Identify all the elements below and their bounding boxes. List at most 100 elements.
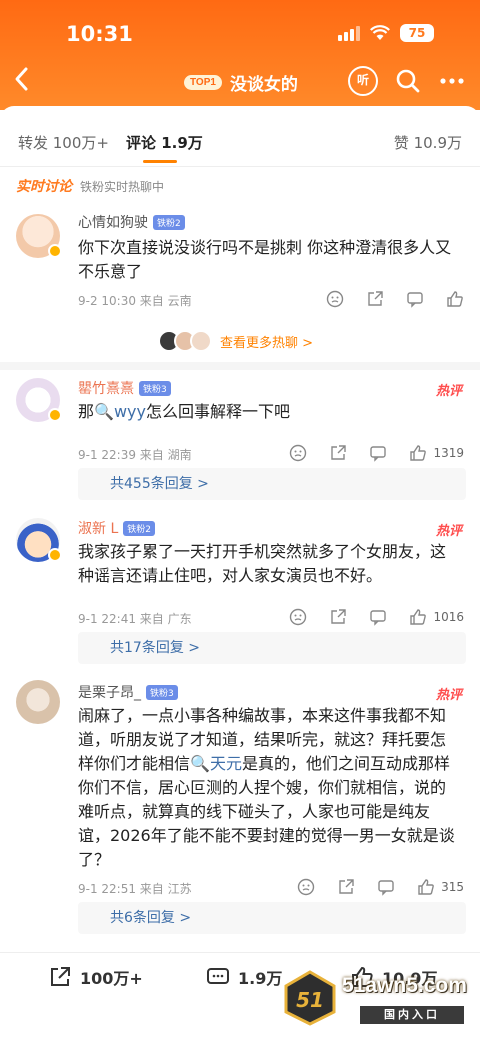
repost-count: 100万+ bbox=[80, 969, 143, 988]
hot-comment-tag: 热评 bbox=[435, 688, 462, 703]
repost-button[interactable]: 100万+ bbox=[48, 965, 143, 989]
more-hot-link[interactable]: 查看更多热聊 > bbox=[220, 332, 313, 351]
tab-likes[interactable]: 赞 10.9万 bbox=[394, 132, 462, 153]
username[interactable]: 罌竹熹熹 bbox=[78, 378, 134, 398]
comment-header: 淑新 L 铁粉2 bbox=[78, 518, 155, 538]
comment-item: 心情如狗驶 铁粉2 你下次直接说没谈行吗不是挑刺 你这种澄清很多人又不乐意了 9… bbox=[0, 208, 480, 328]
tab-repost[interactable]: 转发 100万+ bbox=[18, 132, 109, 153]
comment-header: 罌竹熹熹 铁粉3 bbox=[78, 378, 171, 398]
comment-text: 那🔍wyy怎么回事解释一下吧 bbox=[78, 400, 458, 424]
thumbs-up-icon bbox=[418, 879, 434, 895]
comment-item: 淑新 L 铁粉2 热评 我家孩子累了一天打开手机突然就多了个女朋友，这种谣言还请… bbox=[0, 512, 480, 664]
watermark: 51 51awn5.com 国内入口 bbox=[282, 970, 478, 1026]
live-discussion-subtitle: 铁粉实时热聊中 bbox=[80, 179, 165, 194]
divider bbox=[0, 166, 480, 167]
nav-bar: TOP1 没谈女的 听 bbox=[0, 58, 480, 106]
watermark-domain: 51awn5.com bbox=[342, 974, 467, 997]
comment-header: 心情如狗驶 铁粉2 bbox=[78, 212, 185, 232]
like-button[interactable]: 315 bbox=[417, 878, 464, 896]
like-button[interactable] bbox=[446, 290, 464, 308]
like-button[interactable]: 1319 bbox=[409, 444, 464, 462]
battery-indicator: 75 bbox=[400, 24, 434, 42]
status-icons: 75 bbox=[338, 24, 434, 42]
topic-title: 没谈女的 bbox=[229, 75, 298, 95]
signal-icon bbox=[338, 25, 360, 41]
tab-bar: 转发 100万+ 评论 1.9万 赞 10.9万 bbox=[0, 120, 480, 164]
comment-text: 闹麻了，一点小事各种编故事，本来这件事我都不知道，听朋友说了才知道，结果听完，就… bbox=[78, 704, 458, 872]
avatar[interactable] bbox=[16, 680, 60, 724]
watermark-logo: 51 bbox=[284, 970, 336, 1026]
comment-icon[interactable] bbox=[369, 608, 387, 626]
section-divider bbox=[0, 362, 480, 370]
username[interactable]: 是栗子昂_ bbox=[78, 682, 141, 702]
svg-text:51: 51 bbox=[296, 988, 324, 1012]
emoji-icon[interactable] bbox=[297, 878, 315, 896]
comment-actions bbox=[326, 290, 464, 308]
emoji-icon[interactable] bbox=[289, 444, 307, 462]
share-icon[interactable] bbox=[329, 608, 347, 626]
back-arrow-icon[interactable] bbox=[12, 66, 32, 92]
verified-badge-icon bbox=[48, 244, 62, 258]
comment-meta: 9-1 22:39 来自 湖南 bbox=[78, 448, 192, 462]
hot-comment-tag: 热评 bbox=[435, 384, 462, 399]
thumbs-up-icon bbox=[447, 291, 463, 307]
view-replies-button[interactable]: 共17条回复 > bbox=[78, 632, 466, 664]
like-count: 315 bbox=[441, 880, 464, 894]
comment-count: 1.9万 bbox=[238, 969, 283, 988]
search-icon[interactable] bbox=[394, 67, 422, 95]
thumbs-up-icon bbox=[410, 609, 427, 625]
active-tab-indicator bbox=[143, 160, 177, 163]
more-options-icon[interactable] bbox=[438, 67, 466, 95]
comment-header: 是栗子昂_ 铁粉3 bbox=[78, 682, 178, 702]
repost-icon bbox=[51, 967, 70, 986]
listen-button[interactable]: 听 bbox=[348, 66, 378, 96]
search-link-text: 天元 bbox=[209, 754, 242, 773]
wifi-icon bbox=[370, 25, 390, 40]
comment-actions: 1319 bbox=[289, 444, 464, 462]
like-count: 1319 bbox=[433, 446, 464, 460]
comment-text: 你下次直接说没谈行吗不是挑刺 你这种澄清很多人又不乐意了 bbox=[78, 238, 452, 281]
comment-meta: 9-1 22:51 来自 江苏 bbox=[78, 882, 192, 896]
comment-meta: 9-2 10:30 来自 云南 bbox=[78, 294, 192, 308]
comment-icon[interactable] bbox=[377, 878, 395, 896]
view-replies-button[interactable]: 共455条回复 > bbox=[78, 468, 466, 500]
comment-icon[interactable] bbox=[406, 290, 424, 308]
fan-level-badge: 铁粉3 bbox=[139, 380, 171, 396]
like-button[interactable]: 1016 bbox=[409, 608, 464, 626]
comment-text-part: 怎么回事解释一下吧 bbox=[145, 402, 290, 421]
live-discussion-header: 实时讨论 铁粉实时热聊中 bbox=[16, 176, 164, 196]
share-icon[interactable] bbox=[337, 878, 355, 896]
comment-bar-button[interactable]: 1.9万 bbox=[206, 965, 282, 989]
nav-actions: 听 bbox=[348, 66, 466, 96]
thumbs-up-icon bbox=[410, 445, 427, 461]
comment-text-part: 那 bbox=[78, 402, 95, 421]
comment-text: 我家孩子累了一天打开手机突然就多了个女朋友，这种谣言还请止住吧，对人家女演员也不… bbox=[78, 542, 447, 585]
search-link[interactable]: 🔍天元 bbox=[190, 754, 242, 773]
view-replies-button[interactable]: 共6条回复 > bbox=[78, 902, 466, 934]
comment-icon[interactable] bbox=[369, 444, 387, 462]
topic-rank-badge: TOP1 bbox=[184, 75, 222, 90]
emoji-icon[interactable] bbox=[326, 290, 344, 308]
comment-bubble-icon bbox=[207, 968, 229, 984]
topic-title-group[interactable]: TOP1 没谈女的 bbox=[184, 70, 298, 95]
verified-badge-icon bbox=[48, 548, 62, 562]
more-hot-discussions[interactable]: 查看更多热聊 > bbox=[158, 330, 313, 352]
search-link[interactable]: 🔍wyy bbox=[94, 402, 146, 421]
fan-level-badge: 铁粉3 bbox=[146, 684, 178, 700]
search-link-text: wyy bbox=[113, 402, 146, 421]
comment-actions: 315 bbox=[297, 878, 464, 896]
username[interactable]: 心情如狗驶 bbox=[78, 212, 148, 232]
comment-item: 是栗子昂_ 铁粉3 热评 闹麻了，一点小事各种编故事，本来这件事我都不知道，听朋… bbox=[0, 676, 480, 946]
emoji-icon[interactable] bbox=[289, 608, 307, 626]
comment-meta: 9-1 22:41 来自 广东 bbox=[78, 612, 192, 626]
hot-comment-tag: 热评 bbox=[435, 524, 462, 539]
username[interactable]: 淑新 L bbox=[78, 518, 118, 538]
share-icon[interactable] bbox=[329, 444, 347, 462]
status-bar: 10:31 75 bbox=[0, 18, 480, 52]
fan-level-badge: 铁粉2 bbox=[153, 214, 185, 230]
share-icon[interactable] bbox=[366, 290, 384, 308]
comment-item: 罌竹熹熹 铁粉3 热评 那🔍wyy怎么回事解释一下吧 9-1 22:39 来自 … bbox=[0, 372, 480, 502]
participant-avatars bbox=[158, 330, 212, 352]
comment-actions: 1016 bbox=[289, 608, 464, 626]
tab-comments[interactable]: 评论 1.9万 bbox=[126, 132, 203, 153]
